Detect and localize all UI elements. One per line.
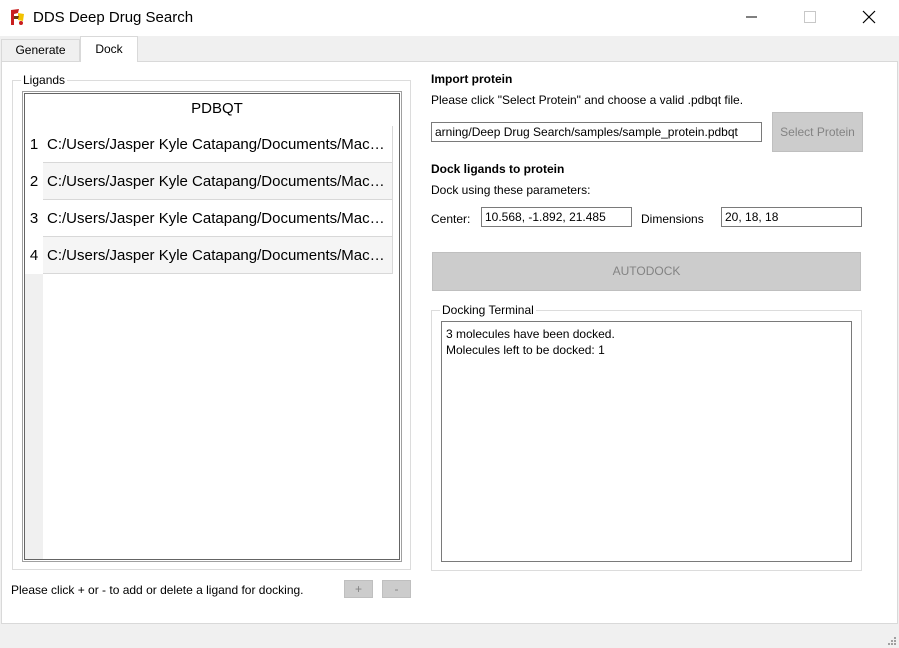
docking-terminal-title: Docking Terminal bbox=[440, 303, 536, 317]
dds-app-icon bbox=[9, 8, 26, 27]
terminal-line: Molecules left to be docked: 1 bbox=[446, 343, 605, 357]
maximize-icon bbox=[804, 11, 816, 23]
center-field[interactable]: 10.568, -1.892, 21.485 bbox=[481, 207, 632, 227]
ligands-group-title: Ligands bbox=[21, 73, 68, 87]
add-ligand-button[interactable]: + bbox=[344, 580, 373, 598]
title-bar: DDS Deep Drug Search bbox=[0, 0, 899, 36]
tab-bar: Generate Dock bbox=[0, 36, 899, 62]
ligand-hint-text: Please click + or - to add or delete a l… bbox=[11, 583, 304, 597]
remove-ligand-button[interactable]: - bbox=[382, 580, 411, 598]
close-icon bbox=[862, 10, 876, 24]
close-button[interactable] bbox=[846, 0, 892, 34]
protein-path-field[interactable]: arning/Deep Drug Search/samples/sample_p… bbox=[431, 122, 762, 142]
table-row[interactable]: 3 C:/Users/Jasper Kyle Catapang/Document… bbox=[25, 200, 393, 237]
docking-terminal-output[interactable]: 3 molecules have been docked. Molecules … bbox=[441, 321, 852, 562]
resize-grip-icon[interactable] bbox=[887, 636, 897, 646]
ligand-path-cell[interactable]: C:/Users/Jasper Kyle Catapang/Documents/… bbox=[43, 126, 393, 163]
select-protein-button[interactable]: Select Protein bbox=[772, 112, 863, 152]
import-protein-heading: Import protein bbox=[431, 72, 513, 86]
row-number[interactable]: 4 bbox=[25, 237, 43, 274]
ligands-table-frame: PDBQT 1 C:/Users/Jasper Kyle Catapang/Do… bbox=[24, 93, 400, 560]
row-number[interactable]: 3 bbox=[25, 200, 43, 237]
dimensions-label: Dimensions bbox=[641, 212, 704, 226]
dock-ligands-heading: Dock ligands to protein bbox=[431, 162, 565, 176]
minimize-icon bbox=[746, 16, 757, 18]
ligand-path-cell[interactable]: C:/Users/Jasper Kyle Catapang/Documents/… bbox=[43, 163, 393, 200]
table-corner bbox=[25, 94, 43, 126]
status-bar bbox=[0, 625, 899, 648]
column-header-pdbqt[interactable]: PDBQT bbox=[43, 94, 391, 126]
minimize-button[interactable] bbox=[729, 0, 775, 34]
window-title: DDS Deep Drug Search bbox=[33, 9, 194, 26]
center-label: Center: bbox=[431, 212, 471, 226]
dimensions-field[interactable]: 20, 18, 18 bbox=[721, 207, 862, 227]
dock-instruction: Dock using these parameters: bbox=[431, 183, 591, 197]
table-row[interactable]: 4 C:/Users/Jasper Kyle Catapang/Document… bbox=[25, 237, 393, 274]
tab-generate[interactable]: Generate bbox=[1, 39, 80, 61]
ligand-path-cell[interactable]: C:/Users/Jasper Kyle Catapang/Documents/… bbox=[43, 237, 393, 274]
ligands-table[interactable]: PDBQT 1 C:/Users/Jasper Kyle Catapang/Do… bbox=[22, 91, 402, 562]
maximize-button[interactable] bbox=[787, 0, 833, 34]
import-protein-instruction: Please click "Select Protein" and choose… bbox=[431, 93, 744, 107]
terminal-line: 3 molecules have been docked. bbox=[446, 327, 615, 341]
autodock-button[interactable]: AUTODOCK bbox=[432, 252, 861, 291]
table-row[interactable]: 2 C:/Users/Jasper Kyle Catapang/Document… bbox=[25, 163, 393, 200]
table-row[interactable]: 1 C:/Users/Jasper Kyle Catapang/Document… bbox=[25, 126, 393, 163]
tab-dock[interactable]: Dock bbox=[80, 36, 138, 62]
row-number[interactable]: 1 bbox=[25, 126, 43, 163]
row-number[interactable]: 2 bbox=[25, 163, 43, 200]
ligand-path-cell[interactable]: C:/Users/Jasper Kyle Catapang/Documents/… bbox=[43, 200, 393, 237]
